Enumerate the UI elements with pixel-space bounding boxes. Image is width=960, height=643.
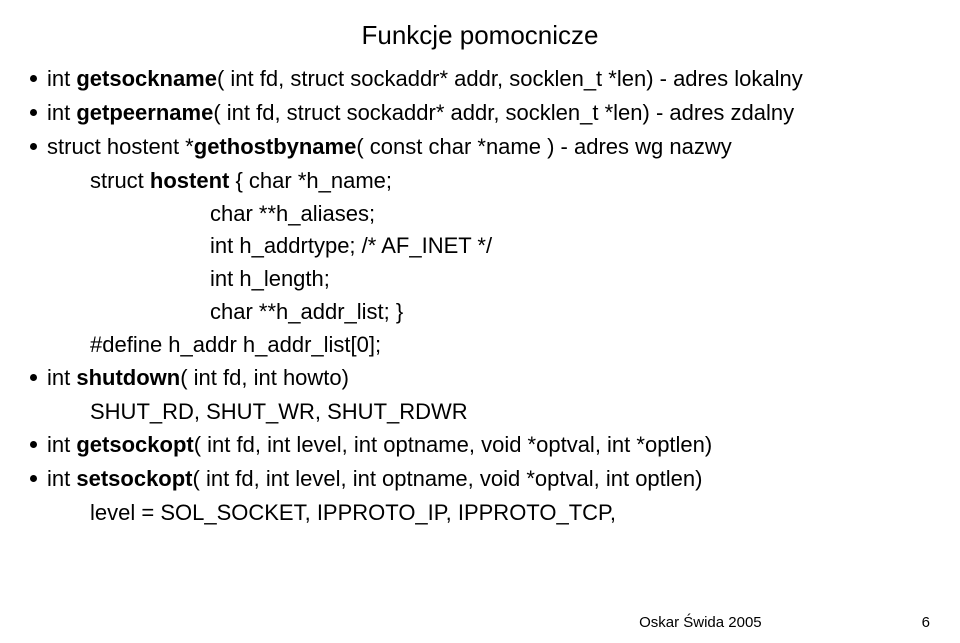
text: ( int fd, int level, int optname, void *… bbox=[194, 432, 713, 457]
footer-author: Oskar Świda 2005 bbox=[396, 614, 922, 631]
text: ( int fd, struct sockaddr* addr, socklen… bbox=[217, 66, 803, 91]
struct-field: char **h_aliases; bbox=[30, 198, 930, 230]
text: { char *h_name; bbox=[229, 168, 392, 193]
bullet-icon bbox=[30, 374, 37, 381]
bullet-item: struct hostent *gethostbyname( const cha… bbox=[30, 131, 930, 163]
bullet-icon bbox=[30, 441, 37, 448]
struct-name: hostent bbox=[150, 168, 229, 193]
footer-page-number: 6 bbox=[922, 614, 930, 631]
bullet-item: int shutdown( int fd, int howto) bbox=[30, 362, 930, 394]
struct-field: int h_addrtype; /* AF_INET */ bbox=[30, 230, 930, 262]
text: struct hostent * bbox=[47, 134, 194, 159]
bullet-item: int getpeername( int fd, struct sockaddr… bbox=[30, 97, 930, 129]
text: ( const char *name ) - adres wg nazwy bbox=[356, 134, 731, 159]
text: int bbox=[47, 432, 76, 457]
line-text: int getsockname( int fd, struct sockaddr… bbox=[47, 63, 803, 95]
enum-line: SHUT_RD, SHUT_WR, SHUT_RDWR bbox=[30, 396, 930, 428]
bullet-icon bbox=[30, 109, 37, 116]
line-text: int getpeername( int fd, struct sockaddr… bbox=[47, 97, 794, 129]
func-name: getsockopt bbox=[76, 432, 193, 457]
func-name: shutdown bbox=[76, 365, 180, 390]
text: struct bbox=[90, 168, 150, 193]
bullet-icon bbox=[30, 75, 37, 82]
func-name: getsockname bbox=[76, 66, 217, 91]
text: ( int fd, int level, int optname, void *… bbox=[193, 466, 703, 491]
struct-line: struct hostent { char *h_name; bbox=[30, 165, 930, 197]
struct-field: char **h_addr_list; } bbox=[30, 296, 930, 328]
text: int bbox=[47, 466, 76, 491]
struct-field: int h_length; bbox=[30, 263, 930, 295]
bullet-item: int getsockname( int fd, struct sockaddr… bbox=[30, 63, 930, 95]
func-name: gethostbyname bbox=[194, 134, 357, 159]
bullet-icon bbox=[30, 143, 37, 150]
level-line: level = SOL_SOCKET, IPPROTO_IP, IPPROTO_… bbox=[30, 497, 930, 529]
line-text: int setsockopt( int fd, int level, int o… bbox=[47, 463, 702, 495]
text: ( int fd, struct sockaddr* addr, socklen… bbox=[213, 100, 794, 125]
define-line: #define h_addr h_addr_list[0]; bbox=[30, 329, 930, 361]
footer-left bbox=[30, 614, 396, 631]
text: int bbox=[47, 365, 76, 390]
line-text: struct hostent *gethostbyname( const cha… bbox=[47, 131, 732, 163]
bullet-icon bbox=[30, 475, 37, 482]
text: int bbox=[47, 100, 76, 125]
text: ( int fd, int howto) bbox=[180, 365, 349, 390]
text: int bbox=[47, 66, 76, 91]
bullet-item: int getsockopt( int fd, int level, int o… bbox=[30, 429, 930, 461]
footer: Oskar Świda 2005 6 bbox=[30, 614, 930, 631]
line-text: int shutdown( int fd, int howto) bbox=[47, 362, 349, 394]
bullet-item: int setsockopt( int fd, int level, int o… bbox=[30, 463, 930, 495]
func-name: getpeername bbox=[76, 100, 213, 125]
line-text: int getsockopt( int fd, int level, int o… bbox=[47, 429, 712, 461]
page-title: Funkcje pomocnicze bbox=[30, 20, 930, 51]
func-name: setsockopt bbox=[76, 466, 192, 491]
slide-content: int getsockname( int fd, struct sockaddr… bbox=[30, 63, 930, 528]
